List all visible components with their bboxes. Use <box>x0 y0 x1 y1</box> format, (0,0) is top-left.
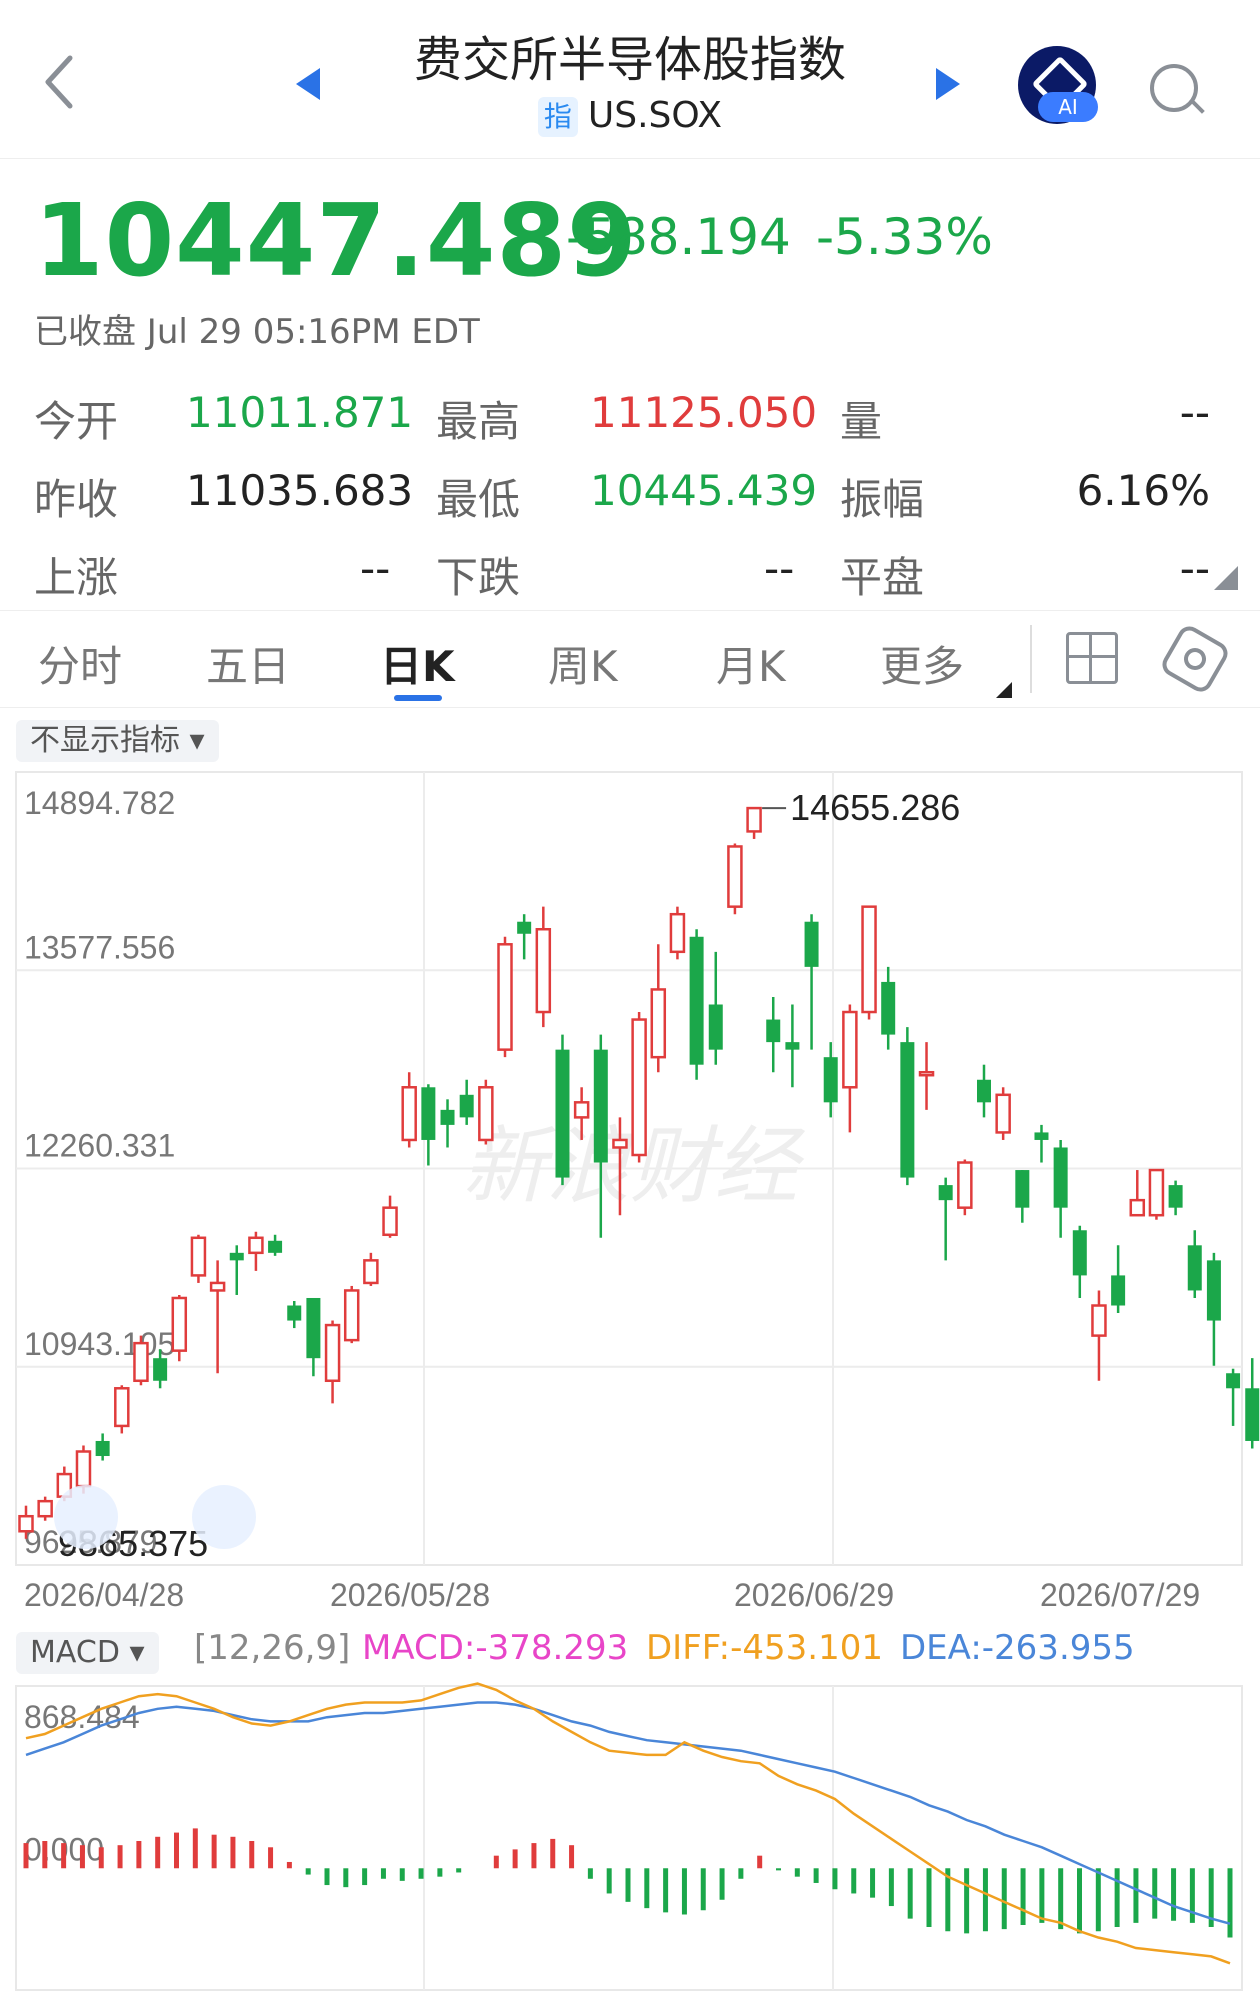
candle-down <box>1111 1275 1126 1306</box>
candle-up <box>727 845 743 908</box>
candle-up <box>324 1323 341 1383</box>
diff-line <box>25 1682 1231 1965</box>
candle-down <box>766 1019 781 1043</box>
max-annotation: 14655.286 <box>790 787 960 828</box>
candle-up <box>363 1259 379 1285</box>
candle-down <box>440 1109 455 1125</box>
macd-frame <box>15 1685 1243 1991</box>
candle-down <box>1053 1147 1068 1208</box>
candle-up <box>1091 1304 1107 1337</box>
candle-up <box>631 1018 647 1157</box>
candle-down <box>421 1087 436 1140</box>
candle-up <box>114 1387 130 1428</box>
candle-up <box>171 1296 188 1352</box>
candle-down <box>708 1004 723 1050</box>
candle-up <box>37 1499 53 1518</box>
candle-up <box>75 1450 92 1488</box>
y-tick-label: 12260.331 <box>24 1128 175 1164</box>
candle-up <box>497 943 513 1051</box>
x-tick-label: 2026/07/29 <box>1040 1577 1200 1613</box>
y-tick-label: 13577.556 <box>24 929 175 965</box>
candle-up <box>861 905 877 1014</box>
candle-down <box>823 1057 838 1103</box>
candle-down <box>229 1252 244 1261</box>
y-tick-label: 14894.782 <box>24 785 175 821</box>
candle-up <box>650 988 667 1059</box>
candle-down <box>1168 1185 1183 1208</box>
candle-down <box>1187 1245 1202 1291</box>
candle-down <box>804 921 819 967</box>
x-tick-label: 2026/04/28 <box>24 1577 184 1613</box>
candle-down <box>555 1049 570 1178</box>
candle-down <box>459 1094 474 1118</box>
candle-down <box>95 1440 110 1457</box>
candle-down <box>881 981 896 1035</box>
candle-up <box>343 1289 360 1342</box>
x-tick-label: 2026/06/29 <box>734 1577 894 1613</box>
x-tick-label: 2026/05/28 <box>330 1577 490 1613</box>
candle-down <box>1226 1373 1241 1389</box>
candle-up <box>401 1086 417 1142</box>
candle-up <box>1148 1168 1165 1217</box>
candle-up <box>995 1093 1011 1134</box>
candle-down <box>1015 1170 1030 1208</box>
candle-down <box>1206 1260 1221 1321</box>
candle-down <box>268 1240 283 1253</box>
candle-down <box>306 1297 321 1359</box>
candle-down <box>593 1049 608 1163</box>
candle-up <box>612 1138 628 1149</box>
candle-down <box>517 921 532 934</box>
candle-down <box>287 1305 302 1321</box>
candle-up <box>478 1086 494 1142</box>
candle-up <box>133 1341 149 1383</box>
candle-down <box>785 1042 800 1050</box>
candle-down <box>938 1185 953 1201</box>
candle-up <box>382 1206 398 1237</box>
candle-up <box>746 806 762 833</box>
candle-down <box>153 1358 168 1381</box>
candle-up <box>248 1236 264 1255</box>
candle-up <box>957 1161 973 1209</box>
candle-up <box>209 1281 226 1292</box>
candle-down <box>1034 1132 1049 1140</box>
scroll-left-icon <box>54 1485 118 1549</box>
candle-up <box>842 1010 858 1089</box>
candle-down <box>1245 1388 1260 1441</box>
candle-down <box>689 936 704 1065</box>
candle-down <box>977 1079 991 1103</box>
candle-up <box>669 912 686 954</box>
candle-up <box>573 1101 590 1119</box>
candle-down <box>1072 1230 1087 1276</box>
reset-zoom-icon <box>192 1485 256 1549</box>
candle-up <box>190 1236 207 1277</box>
price-chart[interactable]: 14894.78213577.55612260.33110943.1059625… <box>0 0 1260 1997</box>
candle-up <box>18 1514 34 1533</box>
y-tick-label: 10943.105 <box>24 1326 175 1362</box>
candle-up <box>535 927 552 1014</box>
candle-up <box>918 1070 935 1077</box>
candle-up <box>1129 1198 1146 1217</box>
candle-down <box>900 1042 915 1178</box>
